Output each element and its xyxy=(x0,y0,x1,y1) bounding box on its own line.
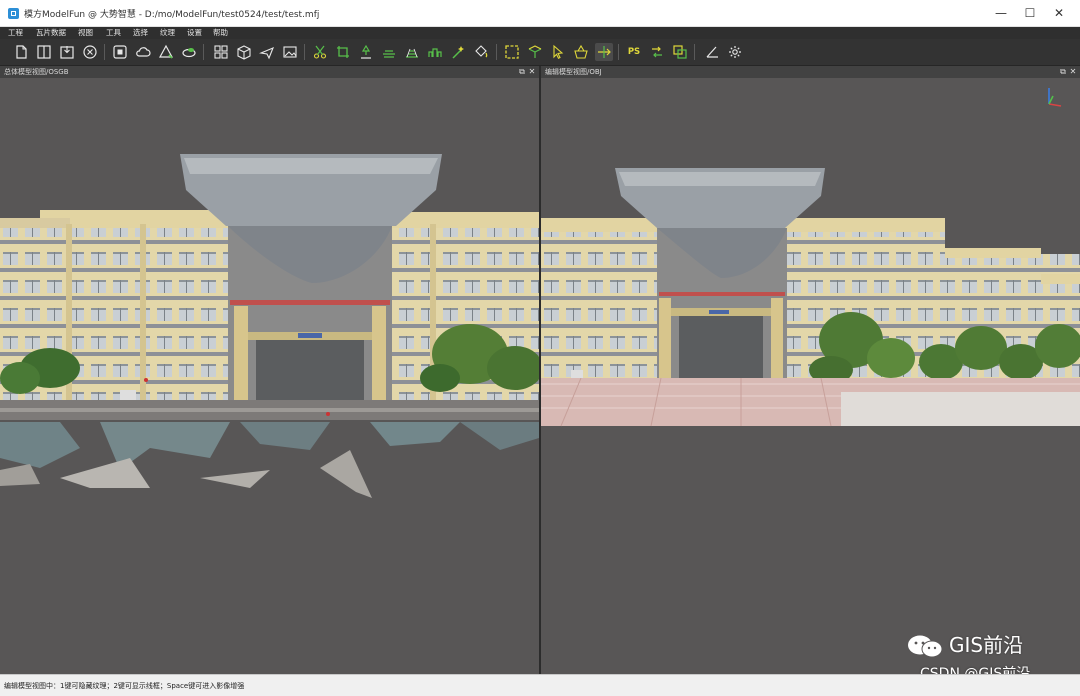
overview-3d-viewport[interactable] xyxy=(0,78,539,674)
toolbar-separator xyxy=(496,44,497,60)
menu-bar: 工程 瓦片数据 视图 工具 选择 纹理 设置 帮助 xyxy=(0,27,1080,39)
photoshop-icon[interactable]: PS xyxy=(625,43,643,61)
move-icon[interactable] xyxy=(595,43,613,61)
overview-panel-header: 总体模型视图/OSGB ⧉ ✕ xyxy=(0,66,539,78)
cube-icon[interactable] xyxy=(235,43,253,61)
toolbar-separator xyxy=(203,44,204,60)
close-panel-button[interactable]: ✕ xyxy=(1068,66,1078,78)
close-button[interactable]: ✕ xyxy=(1046,4,1072,22)
ps-label: PS xyxy=(627,47,641,57)
pointer-icon[interactable] xyxy=(549,43,567,61)
title-bar: 模方ModelFun @ 大势智慧 - D:/mo/ModelFun/test0… xyxy=(0,0,1080,27)
edit-panel-title: 编辑模型视图/OBJ xyxy=(545,68,602,76)
overview-model-render xyxy=(0,78,539,674)
restore-panel-button[interactable]: ⧉ xyxy=(517,66,527,78)
overview-panel: 总体模型视图/OSGB ⧉ ✕ xyxy=(0,66,539,674)
split-view-icon[interactable] xyxy=(35,43,53,61)
maximize-button[interactable]: ☐ xyxy=(1017,4,1043,22)
copy-icon[interactable] xyxy=(671,43,689,61)
menu-help[interactable]: 帮助 xyxy=(213,27,228,39)
settings-icon[interactable] xyxy=(726,43,744,61)
status-bar: 编辑模型视图中：1键可隐藏纹理；2键可显示线框；Space键可进入影像增强 xyxy=(0,674,1080,696)
edit-model-render xyxy=(541,78,1080,674)
bridge-icon[interactable] xyxy=(426,43,444,61)
plane-icon[interactable] xyxy=(258,43,276,61)
basket-icon[interactable] xyxy=(572,43,590,61)
menu-tile-data[interactable]: 瓦片数据 xyxy=(36,27,66,39)
layers-icon[interactable] xyxy=(180,43,198,61)
toolbar-separator xyxy=(694,44,695,60)
menu-project[interactable]: 工程 xyxy=(8,27,23,39)
edit-3d-viewport[interactable] xyxy=(541,78,1080,674)
close-panel-button[interactable]: ✕ xyxy=(527,66,537,78)
flatten-icon[interactable] xyxy=(380,43,398,61)
restore-panel-button[interactable]: ⧉ xyxy=(1058,66,1068,78)
menu-view[interactable]: 视图 xyxy=(78,27,93,39)
close-circle-icon[interactable] xyxy=(81,43,99,61)
status-hint-text: 编辑模型视图中：1键可隐藏纹理；2键可显示线框；Space键可进入影像增强 xyxy=(4,682,245,690)
toolbar-separator xyxy=(618,44,619,60)
app-logo-icon xyxy=(8,8,19,19)
menu-settings[interactable]: 设置 xyxy=(187,27,202,39)
toolbar-separator xyxy=(304,44,305,60)
road-icon[interactable] xyxy=(403,43,421,61)
magic-wand-icon[interactable] xyxy=(449,43,467,61)
crop-icon[interactable] xyxy=(334,43,352,61)
new-file-icon[interactable] xyxy=(12,43,30,61)
bucket-icon[interactable] xyxy=(472,43,490,61)
wechat-logo-icon xyxy=(908,635,943,658)
watermark-title: GIS前沿 xyxy=(949,633,1024,657)
image-icon[interactable] xyxy=(281,43,299,61)
overview-panel-title: 总体模型视图/OSGB xyxy=(4,68,69,76)
rectangle-select-icon[interactable] xyxy=(503,43,521,61)
menu-texture[interactable]: 纹理 xyxy=(160,27,175,39)
angle-icon[interactable] xyxy=(703,43,721,61)
scissors-icon[interactable] xyxy=(311,43,329,61)
stop-icon[interactable] xyxy=(111,43,129,61)
edit-panel: 编辑模型视图/OBJ ⧉ ✕ xyxy=(541,66,1080,674)
menu-tools[interactable]: 工具 xyxy=(106,27,121,39)
pin-icon[interactable] xyxy=(357,43,375,61)
window-title: 模方ModelFun @ 大势智慧 - D:/mo/ModelFun/test0… xyxy=(24,10,320,20)
save-icon[interactable] xyxy=(58,43,76,61)
minimize-button[interactable]: — xyxy=(988,4,1014,22)
toolbar-separator xyxy=(104,44,105,60)
ring-select-icon[interactable] xyxy=(526,43,544,61)
transfer-icon[interactable] xyxy=(648,43,666,61)
triangle-icon[interactable] xyxy=(157,43,175,61)
edit-panel-header: 编辑模型视图/OBJ ⧉ ✕ xyxy=(541,66,1080,78)
menu-select[interactable]: 选择 xyxy=(133,27,148,39)
cloud-icon[interactable] xyxy=(134,43,152,61)
toolbar: PS xyxy=(0,39,1080,66)
grid-icon[interactable] xyxy=(212,43,230,61)
